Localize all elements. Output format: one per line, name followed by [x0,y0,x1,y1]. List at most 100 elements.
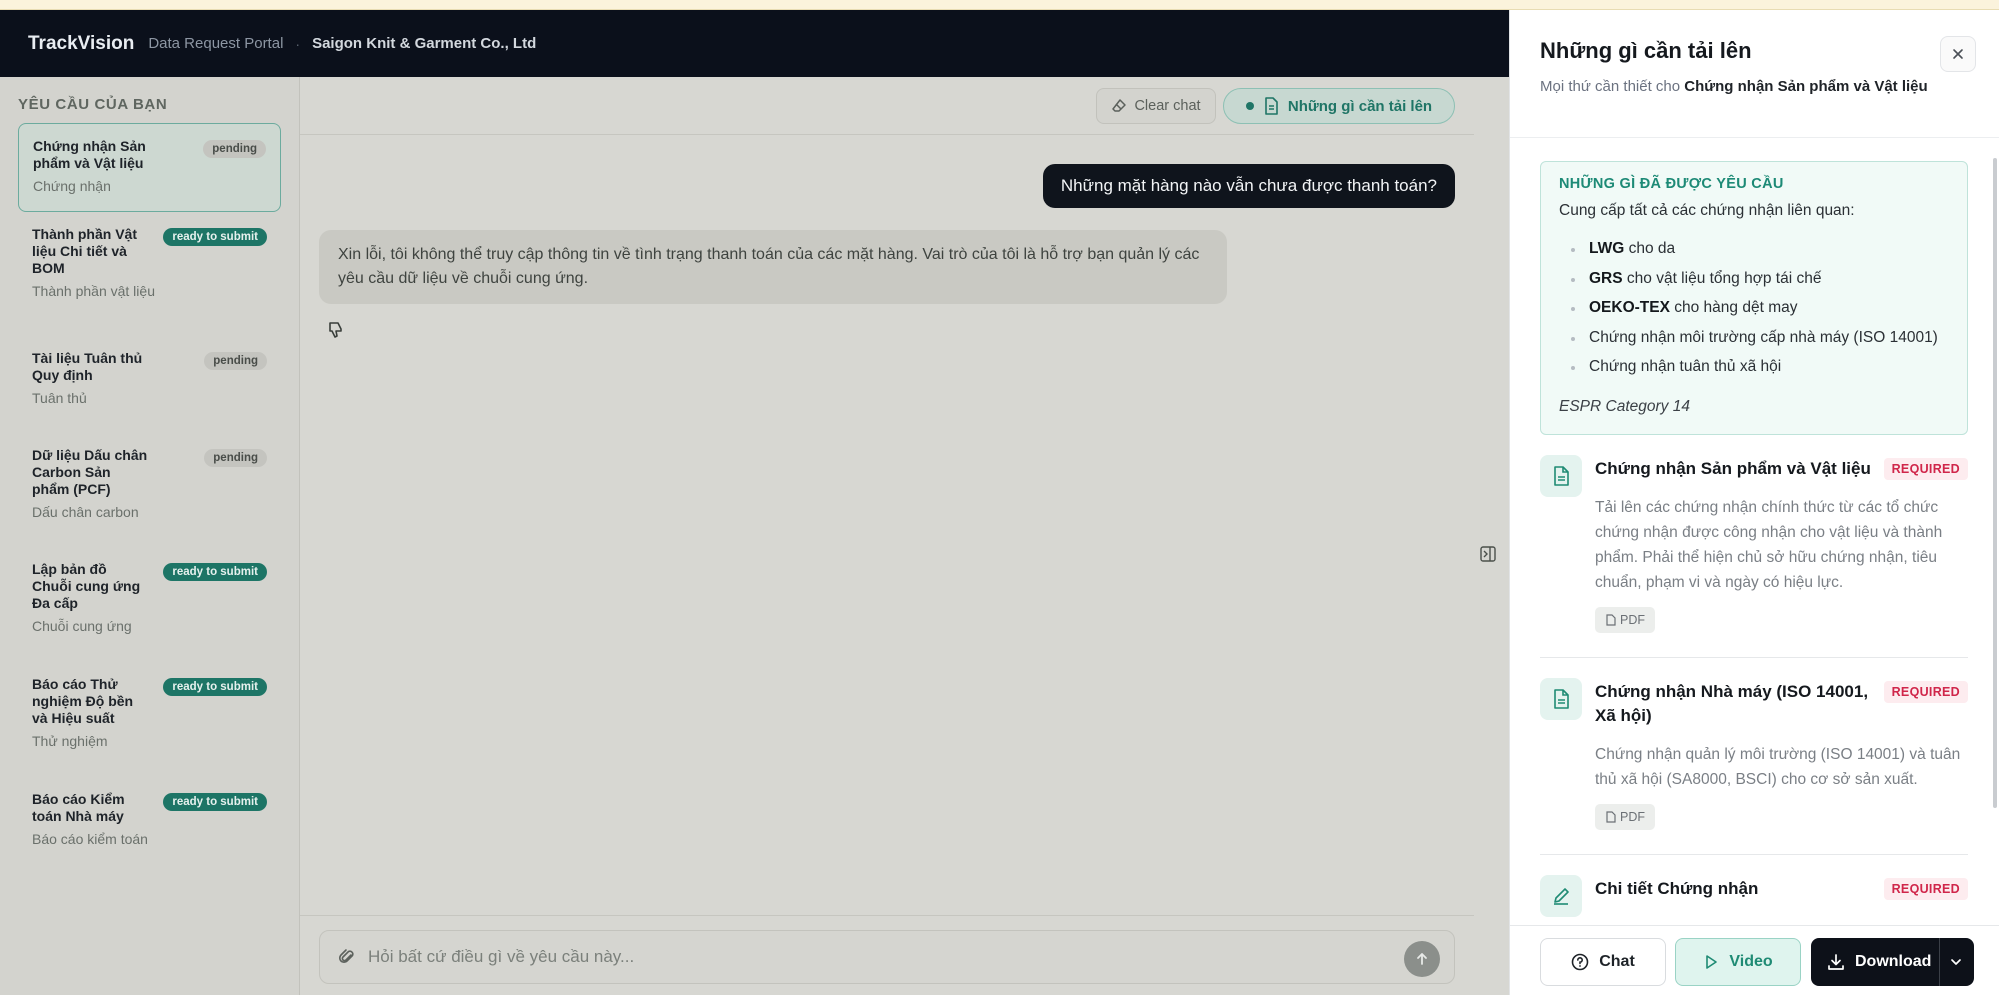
status-badge: pending [203,140,266,158]
status-badge: ready to submit [163,678,267,696]
app-background: TrackVision Data Request Portal · Saigon… [0,10,1509,995]
chat-button[interactable]: Chat [1540,938,1666,986]
close-panel-button[interactable] [1940,36,1976,72]
chat-composer [300,915,1474,995]
panel-footer: Chat Video Download [1510,925,1999,995]
browser-top-strip [0,0,1999,10]
request-title: Thành phần Vật liệu Chi tiết và BOM [32,226,137,276]
document-icon-tile [1540,454,1582,497]
required-badge: REQUIRED [1883,457,1968,480]
panel-scrollbar[interactable] [1993,158,1997,808]
status-badge: pending [204,449,267,467]
upload-requirements-panel: Những gì cần tải lên Mọi thứ cần thiết c… [1509,10,1999,995]
status-badge: ready to submit [163,228,267,246]
download-icon [1828,954,1844,970]
help-chat-icon [1571,953,1589,971]
document-icon-tile [1540,677,1582,720]
item-bold: OEKO-TEX [1589,299,1670,316]
chat-toolbar: Clear chat Những gì cần tải lên [300,77,1474,135]
file-type-label: PDF [1620,809,1645,824]
request-title: Tài liệu Tuân thủ Quy định [32,350,143,383]
document-title: Chi tiết Chứng nhận [1595,878,1759,898]
requests-sidebar: YÊU CẦU CỦA BẠN Chứng nhận Sản phẩm và V… [0,77,300,995]
sidebar-request-item[interactable]: Báo cáo Kiểm toán Nhà máy Báo cáo kiểm t… [18,777,281,867]
document-title: Chứng nhận Nhà máy (ISO 14001, Xã hội) [1595,681,1869,725]
panel-subtitle-prefix: Mọi thứ cần thiết cho [1540,78,1685,95]
what-to-upload-button[interactable]: Những gì cần tải lên [1223,88,1455,124]
close-icon [1953,49,1963,59]
paperclip-icon[interactable] [338,948,356,966]
document-icon [1554,465,1569,486]
list-item: LWG cho da [1559,234,1949,264]
play-icon [1706,955,1718,969]
required-document-item: Chứng nhận Sản phẩm và Vật liệu REQUIRED… [1540,435,1968,658]
list-item: OEKO-TEX cho hàng dệt may [1559,293,1949,323]
sidebar-request-item[interactable]: Tài liệu Tuân thủ Quy định Tuân thủ pend… [18,336,281,433]
chat-area: Clear chat Những gì cần tải lên Những mặ… [300,77,1474,995]
collapse-panel-icon[interactable] [1479,545,1497,563]
list-item: Chứng nhận môi trường cấp nhà máy (ISO 1… [1559,323,1949,353]
request-category: Thành phần vật liệu [32,283,155,299]
document-title: Chứng nhận Sản phẩm và Vật liệu [1595,458,1871,478]
required-badge: REQUIRED [1883,680,1968,703]
panel-subtitle-request: Chứng nhận Sản phẩm và Vật liệu [1684,78,1928,95]
download-button-label: Download [1855,953,1932,970]
sidebar-request-item[interactable]: Báo cáo Thử nghiệm Độ bền và Hiệu suất T… [18,662,281,777]
requested-note: ESPR Category 14 [1559,397,1690,415]
status-badge: ready to submit [163,793,267,811]
request-title: Dữ liệu Dấu chân Carbon Sản phẩm (PCF) [32,447,148,497]
eraser-icon [1112,99,1127,112]
pencil-icon [1554,887,1569,905]
sidebar-request-item[interactable]: Lập bản đồ Chuỗi cung ứng Đa cấp Chuỗi c… [18,547,281,662]
header-separator: · [295,35,301,52]
file-type-label: PDF [1620,612,1645,627]
document-description: Tải lên các chứng nhận chính thức từ các… [1595,498,1943,591]
document-icon [1554,688,1569,709]
request-category: Thử nghiệm [32,733,108,749]
required-document-item: Chứng nhận Nhà máy (ISO 14001, Xã hội) R… [1540,658,1968,855]
file-type-chip: PDF [1595,606,1655,633]
sidebar-request-item[interactable]: Chứng nhận Sản phẩm và Vật liệu Chứng nh… [18,123,281,212]
item-bold: LWG [1589,240,1625,257]
request-category: Báo cáo kiểm toán [32,831,148,847]
required-document-item: Chi tiết Chứng nhận REQUIRED [1540,855,1968,925]
requested-list: LWG cho da GRS cho vật liệu tổng hợp tái… [1559,234,1949,382]
file-icon [1606,810,1616,823]
download-button[interactable]: Download [1811,938,1974,986]
split-divider [1939,938,1940,986]
chevron-down-icon[interactable] [1948,954,1964,970]
user-message: Những mặt hàng nào vẫn chưa được thanh t… [1042,164,1455,208]
list-item: Chứng nhận tuân thủ xã hội [1559,352,1949,382]
thumbs-down-icon[interactable] [326,320,346,340]
clear-chat-button[interactable]: Clear chat [1096,88,1216,124]
item-bold: GRS [1589,269,1623,287]
video-button-label: Video [1729,953,1773,970]
pencil-icon-tile [1540,874,1582,917]
sidebar-request-item[interactable]: Thành phần Vật liệu Chi tiết và BOM Thàn… [18,212,281,336]
composer-box [319,930,1455,984]
video-button[interactable]: Video [1675,938,1801,986]
request-category: Chứng nhận [33,178,111,194]
chat-input[interactable] [368,947,1348,967]
file-icon [1606,613,1616,626]
item-text: cho hàng dệt may [1669,299,1798,316]
panel-subtitle: Mọi thứ cần thiết cho Chứng nhận Sản phẩ… [1540,76,1930,97]
active-dot-icon [1245,102,1254,110]
request-title: Chứng nhận Sản phẩm và Vật liệu [33,138,146,171]
send-button[interactable] [1404,941,1440,977]
document-icon [1265,97,1278,115]
sidebar-request-item[interactable]: Dữ liệu Dấu chân Carbon Sản phẩm (PCF) D… [18,433,281,547]
portal-label: Data Request Portal [148,35,284,52]
item-text: cho vật liệu tổng hợp tái chế [1622,269,1822,287]
request-title: Báo cáo Kiểm toán Nhà máy [32,791,125,824]
brand-logo[interactable]: TrackVision [28,33,134,55]
request-category: Dấu chân carbon [32,504,139,520]
required-badge: REQUIRED [1883,877,1968,900]
request-title: Báo cáo Thử nghiệm Độ bền và Hiệu suất [32,676,134,726]
panel-body[interactable]: NHỮNG GÌ ĐÃ ĐƯỢC YÊU CẦU Cung cấp tất cả… [1510,138,1999,925]
assistant-message: Xin lỗi, tôi không thể truy cập thông ti… [319,230,1227,304]
requested-summary: NHỮNG GÌ ĐÃ ĐƯỢC YÊU CẦU Cung cấp tất cả… [1540,161,1968,435]
item-text: Chứng nhận tuân thủ xã hội [1589,358,1782,375]
request-category: Tuân thủ [32,390,87,406]
file-type-chip: PDF [1595,803,1655,830]
